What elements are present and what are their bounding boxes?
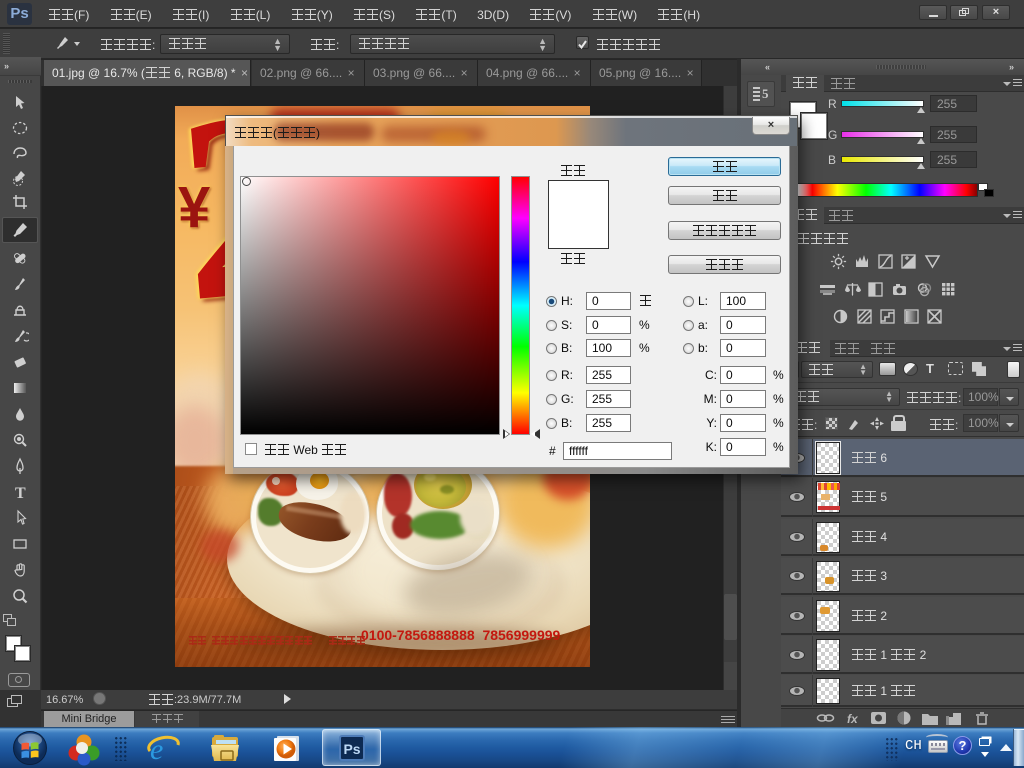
svg-text:T: T: [15, 485, 26, 501]
svg-text:fx: fx: [847, 712, 859, 726]
